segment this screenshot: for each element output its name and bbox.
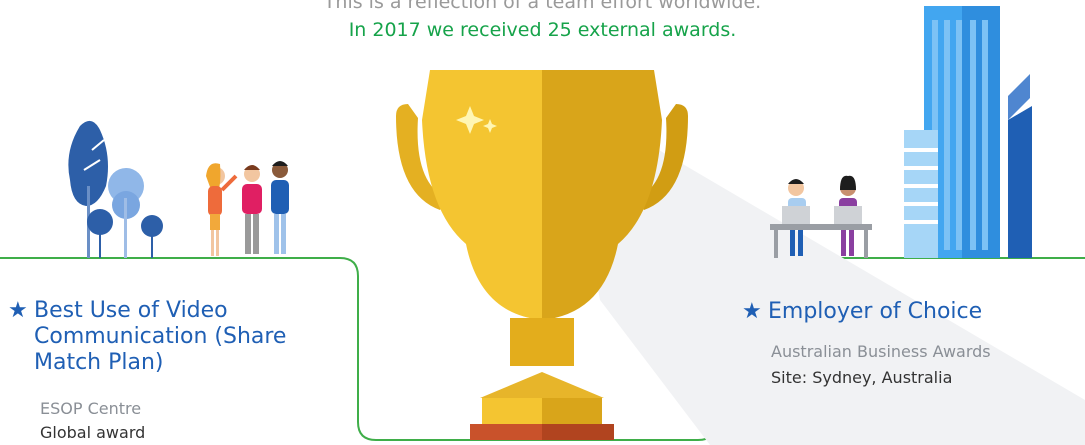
award-organization: ESOP Centre xyxy=(40,399,142,418)
award-location: Site: Sydney, Australia xyxy=(771,368,953,387)
award-title: Best Use of Video Communication (Share M… xyxy=(34,298,287,375)
buildings xyxy=(904,6,1032,258)
award-title: Employer of Choice xyxy=(768,299,983,324)
star-icon: ★ xyxy=(742,299,762,324)
trees xyxy=(68,120,163,258)
intro-line-1: This is a reflection of a team effort wo… xyxy=(323,0,762,13)
award-organization: Australian Business Awards xyxy=(771,342,991,361)
people-group-left xyxy=(206,161,289,256)
intro-line-2: In 2017 we received 25 external awards. xyxy=(348,19,737,41)
award-location: Global award xyxy=(40,423,146,442)
star-icon: ★ xyxy=(8,298,28,323)
